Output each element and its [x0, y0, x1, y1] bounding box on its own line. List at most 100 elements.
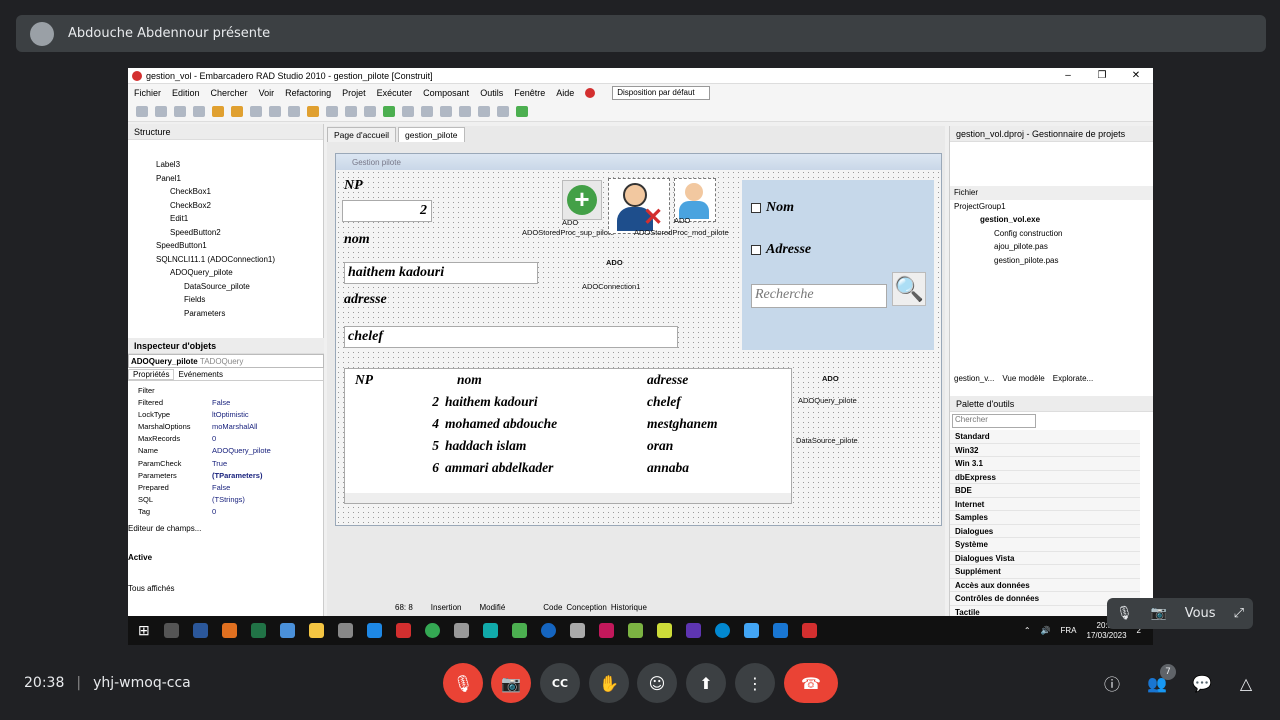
nom-field[interactable]: haithem kadouri — [344, 262, 538, 284]
tool-icon[interactable] — [364, 106, 376, 117]
adresse-field[interactable]: chelef — [344, 326, 678, 348]
store-icon[interactable] — [337, 623, 353, 638]
palette-search[interactable]: Chercher — [952, 414, 1036, 428]
property-row[interactable]: Parameters (TParameters) — [128, 470, 324, 482]
property-row[interactable]: Tag 0 — [128, 506, 324, 518]
app-icon[interactable] — [569, 623, 585, 638]
horizontal-scrollbar[interactable] — [345, 493, 791, 503]
mic-toggle-button[interactable]: 🎙 — [443, 663, 483, 703]
network-icon[interactable]: ⌃ — [1024, 626, 1031, 635]
table-row[interactable]: 4 mohamed abdouche mestghanem — [345, 413, 767, 435]
palette-item[interactable]: Win 3.1 — [950, 457, 1140, 471]
tree-item[interactable]: Parameters — [128, 307, 323, 321]
property-row[interactable]: LockType ltOptimistic — [128, 409, 324, 421]
tree-item[interactable]: SQLNCLI11.1 (ADOConnection1) — [128, 253, 323, 267]
ado-query-icon[interactable]: ADO — [822, 374, 839, 383]
back-icon[interactable] — [478, 106, 490, 117]
app-icon[interactable] — [656, 623, 672, 638]
app-icon[interactable] — [482, 623, 498, 638]
tree-item[interactable]: ajou_pilote.pas — [950, 240, 1153, 254]
app-icon[interactable] — [279, 623, 295, 638]
tab-model-view[interactable]: Vue modèle — [1002, 374, 1044, 383]
language-indicator[interactable]: FRA — [1061, 626, 1077, 635]
chat-button[interactable]: 💬 — [1190, 671, 1214, 695]
table-row[interactable]: 6 ammari abdelkader annaba — [345, 457, 767, 479]
tool-icon[interactable] — [459, 106, 471, 117]
app-icon[interactable] — [598, 623, 614, 638]
task-view-icon[interactable] — [163, 623, 179, 638]
tree-item[interactable]: gestion_pilote.pas — [950, 254, 1153, 268]
word-icon[interactable] — [192, 623, 208, 638]
palette-item[interactable]: Dialogues — [950, 524, 1140, 538]
tree-item[interactable]: Label3 — [128, 158, 323, 172]
tab-home[interactable]: Page d'accueil — [327, 127, 397, 142]
tab-project[interactable]: gestion_v... — [954, 374, 994, 383]
tool-icon[interactable] — [155, 106, 167, 117]
property-row[interactable]: Filter — [128, 385, 324, 397]
palette-item[interactable]: Standard — [950, 430, 1140, 444]
palette-item[interactable]: dbExpress — [950, 470, 1140, 484]
app-icon[interactable] — [743, 623, 759, 638]
search-input[interactable]: Recherche — [751, 284, 887, 308]
field-editor-link[interactable]: Editeur de champs... — [128, 518, 324, 533]
tool-icon[interactable] — [193, 106, 205, 117]
menu-outils[interactable]: Outils — [480, 88, 503, 98]
property-row[interactable]: MarshalOptions moMarshalAll — [128, 421, 324, 433]
menu-projet[interactable]: Projet — [342, 88, 366, 98]
menu-aide[interactable]: Aide — [556, 88, 574, 98]
tool-icon[interactable] — [288, 106, 300, 117]
windows-start-icon[interactable]: ⊞ — [138, 622, 150, 639]
tool-icon[interactable] — [269, 106, 281, 117]
palette-item[interactable]: BDE — [950, 484, 1140, 498]
tree-item[interactable]: gestion_vol.exe — [950, 213, 1153, 227]
menu-fichier[interactable]: Fichier — [134, 88, 161, 98]
tab-historique[interactable]: Historique — [611, 603, 647, 612]
tab-gestion-pilote[interactable]: gestion_pilote — [398, 127, 465, 142]
tool-icon[interactable] — [326, 106, 338, 117]
delete-pilot-button[interactable]: ✕ — [608, 178, 670, 234]
present-button[interactable]: ⬆ — [686, 663, 726, 703]
layout-select[interactable]: Disposition par défaut — [612, 86, 711, 100]
forward-icon[interactable] — [497, 106, 509, 117]
tool-icon[interactable] — [136, 106, 148, 117]
palette-item[interactable]: Supplément — [950, 565, 1140, 579]
captions-button[interactable]: CC — [540, 663, 580, 703]
col-np[interactable]: NP — [345, 369, 445, 391]
camera-toggle-button[interactable]: 📷 — [491, 663, 531, 703]
volume-icon[interactable]: 🔊 — [1041, 626, 1051, 635]
tree-item[interactable]: SpeedButton1 — [128, 239, 323, 253]
app-icon[interactable] — [772, 623, 788, 638]
more-options-button[interactable]: ⋮ — [735, 663, 775, 703]
col-adresse[interactable]: adresse — [647, 369, 767, 391]
menu-chercher[interactable]: Chercher — [211, 88, 248, 98]
tab-properties[interactable]: Propriétés — [128, 368, 175, 380]
expand-icon[interactable]: ⤢ — [1234, 606, 1244, 621]
tree-item[interactable]: ProjectGroup1 — [950, 200, 1153, 214]
tool-icon[interactable] — [174, 106, 186, 117]
app-icon[interactable] — [221, 623, 237, 638]
tab-explorer[interactable]: Explorate... — [1053, 374, 1093, 383]
property-row[interactable]: Prepared False — [128, 482, 324, 494]
pause-icon[interactable] — [402, 106, 414, 117]
table-row[interactable]: 5 haddach islam oran — [345, 435, 767, 457]
people-button[interactable]: 👥 7 — [1145, 664, 1176, 695]
tree-item[interactable]: Fields — [128, 293, 323, 307]
palette-item[interactable]: Win32 — [950, 443, 1140, 457]
np-field[interactable]: 2 — [342, 200, 432, 222]
tool-icon[interactable] — [250, 106, 262, 117]
inspector-object-select[interactable]: ADOQuery_pilote TADOQuery — [128, 354, 324, 368]
tool-icon[interactable] — [516, 106, 528, 117]
tree-item[interactable]: SpeedButton2 — [128, 226, 323, 240]
ado-connection-icon[interactable]: ADO — [606, 258, 623, 267]
app-icon[interactable] — [714, 623, 730, 638]
info-button[interactable]: ⓘ — [1100, 671, 1124, 695]
app-icon[interactable] — [453, 623, 469, 638]
tree-item[interactable]: CheckBox1 — [128, 185, 323, 199]
tab-events[interactable]: Evénements — [174, 370, 226, 379]
property-row[interactable]: MaxRecords 0 — [128, 433, 324, 445]
stop-icon[interactable] — [421, 106, 433, 117]
tab-conception[interactable]: Conception — [566, 603, 606, 612]
col-nom[interactable]: nom — [445, 369, 647, 391]
help-icon[interactable] — [585, 88, 596, 98]
tool-icon[interactable] — [345, 106, 357, 117]
